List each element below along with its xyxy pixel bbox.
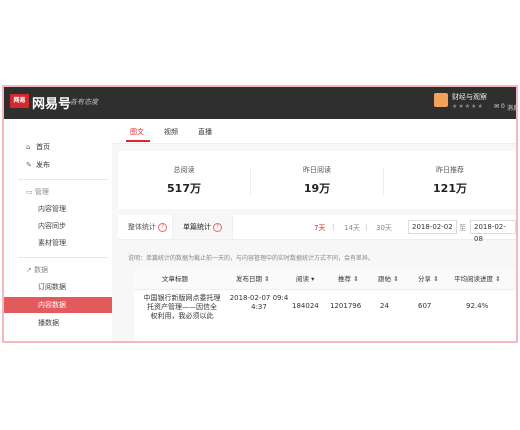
sidebar-item-home[interactable]: ⌂ 首页 xyxy=(4,139,112,155)
col-date[interactable]: 发布日期 ⇕ xyxy=(236,269,270,289)
tab-label: 单篇统计 xyxy=(183,223,211,231)
folder-icon: ▭ xyxy=(26,188,33,196)
chart-icon: ↗ xyxy=(26,266,32,274)
range-separator: | xyxy=(332,223,335,231)
message-count-value: 0 xyxy=(500,103,505,110)
article-title-link[interactable]: 中国银行新版网点委托理 托资产管理——因信全 权利用，我必须以此 xyxy=(138,294,226,321)
col-progress[interactable]: 平均阅读进度 ⇕ xyxy=(454,269,501,289)
message-link[interactable]: 消息 xyxy=(507,103,516,112)
col-reads[interactable]: 阅读 ▾ xyxy=(296,269,314,289)
range-14-days[interactable]: 14天 xyxy=(344,223,360,233)
col-title: 文章标题 xyxy=(162,275,188,283)
sidebar-divider xyxy=(18,179,108,180)
date-line: 4:37 xyxy=(251,303,267,311)
content-tabs: 图文 视频 直播 xyxy=(112,119,516,144)
comments-value: 24 xyxy=(380,302,389,310)
col-label: 推荐 xyxy=(338,275,351,283)
sort-icon: ⇕ xyxy=(433,275,439,283)
sidebar-section-data: ↗ 数据 xyxy=(26,265,48,275)
sort-icon: ⇕ xyxy=(495,275,501,283)
mail-icon: ✉ xyxy=(494,103,500,110)
col-label: 阅读 xyxy=(296,275,309,283)
sort-desc-icon: ▾ xyxy=(311,275,315,283)
stat-label: 昨日阅读 xyxy=(303,166,331,174)
sidebar-item-publish[interactable]: ✎ 发布 xyxy=(4,157,112,173)
tab-label: 整体统计 xyxy=(128,223,156,231)
date-line: 2018-02-07 09:4 xyxy=(229,294,289,302)
stat-yesterday-reads: 昨日阅读 19万 xyxy=(251,151,383,209)
date-to-input[interactable]: 2018-02-08 xyxy=(470,220,516,243)
account-avatar[interactable] xyxy=(434,93,448,107)
col-comments[interactable]: 跟帖 ⇕ xyxy=(378,269,399,289)
tab-single-stats[interactable]: 单篇统计? xyxy=(172,215,233,239)
section-title: 管理 xyxy=(34,188,49,196)
sidebar: ⌂ 首页 ✎ 发布 ▭ 管理 内容管理 内容同步 素材管理 ↗ 数据 订阅数据 内容… xyxy=(4,119,113,341)
col-recommend[interactable]: 推荐 ⇕ xyxy=(338,269,359,289)
col-shares[interactable]: 分享 ⇕ xyxy=(418,269,439,289)
col-label: 平均阅读进度 xyxy=(454,275,493,283)
sidebar-section-manage: ▭ 管理 xyxy=(26,187,49,197)
article-stats-table: 文章标题 发布日期 ⇕ 阅读 ▾ 推荐 ⇕ 跟帖 ⇕ 分享 ⇕ 平均阅读进度 ⇕… xyxy=(134,269,516,341)
main-content: 图文 视频 直播 总阅读 517万 昨日阅读 19万 昨日推荐 121万 整体统 xyxy=(112,119,516,341)
sort-icon: ⇕ xyxy=(393,275,399,283)
stat-value: 517万 xyxy=(167,182,201,195)
title-line: 托资产管理——因信全 xyxy=(147,303,217,311)
sort-icon: ⇕ xyxy=(264,275,270,283)
stat-value: 19万 xyxy=(303,182,331,195)
date-to-label: 至 xyxy=(459,224,466,232)
home-icon: ⌂ xyxy=(26,143,31,151)
filter-bar: 整体统计? 单篇统计? 7天 | 14天 | 30天 2018-02-02 至 … xyxy=(118,215,516,243)
help-icon[interactable]: ? xyxy=(213,222,222,232)
account-rating-stars: ★★★★★ xyxy=(452,103,484,110)
sidebar-item-content-data[interactable]: 内容数据 xyxy=(4,297,112,313)
stat-label: 昨日推荐 xyxy=(436,166,464,174)
stat-yesterday-recommend: 昨日推荐 121万 xyxy=(384,151,516,209)
top-bar: 网易 网易号 各有态度 财经与观察 ★★★★★ ✉ 0 消息 xyxy=(4,87,516,119)
stats-note: 说明：单篇统计的数据为截止前一天的，与内容管理中的实时数据统计方式不同，会有差异… xyxy=(128,255,375,262)
sort-icon: ⇕ xyxy=(353,275,359,283)
brand-name: 网易号 xyxy=(32,97,72,112)
sidebar-item-material-manage[interactable]: 素材管理 xyxy=(4,235,112,251)
sidebar-item-subscribe-data[interactable]: 订阅数据 xyxy=(4,279,112,295)
message-count[interactable]: ✉ 0 xyxy=(494,103,505,110)
app-window: 网易 网易号 各有态度 财经与观察 ★★★★★ ✉ 0 消息 ⌂ 首页 ✎ 发布 ▭… xyxy=(2,85,518,343)
summary-stats: 总阅读 517万 昨日阅读 19万 昨日推荐 121万 xyxy=(118,151,516,209)
col-label: 分享 xyxy=(418,275,431,283)
tab-article[interactable]: 图文 xyxy=(130,127,144,137)
brand-slogan: 各有态度 xyxy=(70,98,98,106)
sidebar-item-content-sync[interactable]: 内容同步 xyxy=(4,218,112,234)
sidebar-item-label: 首页 xyxy=(36,143,50,151)
title-line: 权利用，我必须以此 xyxy=(150,312,214,320)
title-line: 中国银行新版网点委托理 xyxy=(143,294,221,302)
publish-date: 2018-02-07 09:4 4:37 xyxy=(226,294,292,312)
pen-icon: ✎ xyxy=(26,161,32,169)
date-from-input[interactable]: 2018-02-02 xyxy=(408,220,457,234)
stat-total-reads: 总阅读 517万 xyxy=(118,151,250,209)
active-tab-indicator xyxy=(126,140,150,142)
sidebar-item-index-data[interactable]: 播数据 xyxy=(4,315,112,331)
section-title: 数据 xyxy=(34,266,49,274)
range-separator: | xyxy=(365,223,368,231)
netease-logo[interactable]: 网易 xyxy=(10,94,29,108)
col-label: 发布日期 xyxy=(236,275,262,283)
sidebar-item-content-manage[interactable]: 内容管理 xyxy=(4,201,112,217)
col-label: 跟帖 xyxy=(378,275,391,283)
sidebar-divider xyxy=(18,257,108,258)
tab-overall-stats[interactable]: 整体统计? xyxy=(118,215,177,239)
stat-label: 总阅读 xyxy=(173,166,195,174)
recommend-value: 1201796 xyxy=(330,302,362,310)
shares-value: 607 xyxy=(418,302,432,310)
sidebar-item-label: 发布 xyxy=(36,161,50,169)
help-icon[interactable]: ? xyxy=(158,222,167,232)
account-name[interactable]: 财经与观察 xyxy=(452,92,487,102)
range-7-days[interactable]: 7天 xyxy=(314,223,325,233)
tab-video[interactable]: 视频 xyxy=(164,127,178,137)
tab-live[interactable]: 直播 xyxy=(198,127,212,137)
progress-value: 92.4% xyxy=(466,302,489,310)
reads-value: 184024 xyxy=(292,302,319,310)
range-30-days[interactable]: 30天 xyxy=(376,223,392,233)
stat-value: 121万 xyxy=(433,182,467,195)
